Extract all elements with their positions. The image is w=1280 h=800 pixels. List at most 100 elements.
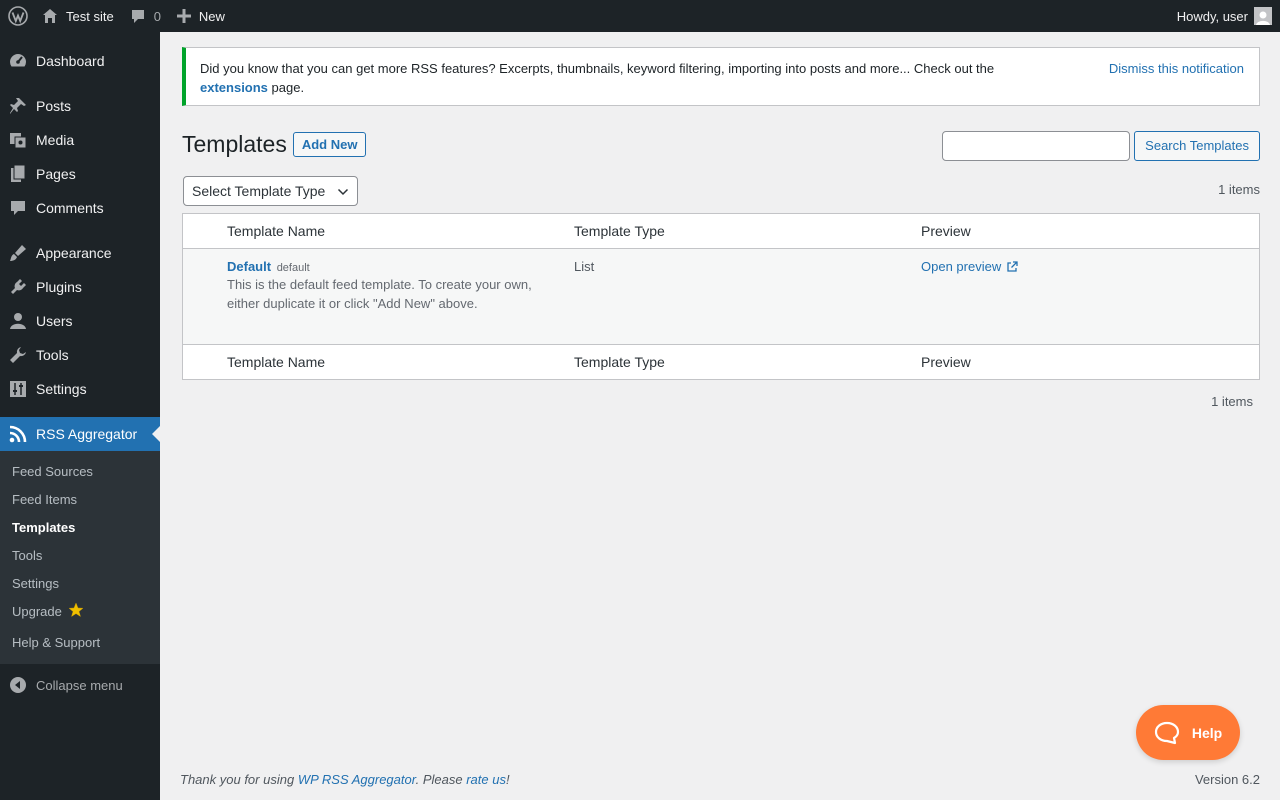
notice-text: Did you know that you can get more RSS f… <box>200 59 1020 97</box>
sidebar-item-posts[interactable]: Posts <box>0 89 160 123</box>
plug-icon <box>0 277 36 297</box>
open-preview-label: Open preview <box>921 259 1002 274</box>
dashboard-icon <box>0 51 36 71</box>
items-count-bottom: 1 items <box>1211 394 1253 409</box>
template-description: This is the default feed template. To cr… <box>227 277 532 311</box>
help-button[interactable]: Help <box>1136 705 1240 760</box>
submenu-upgrade-label: Upgrade <box>12 603 62 619</box>
page-heading: Templates Add New <box>182 131 367 158</box>
star-icon <box>68 601 84 621</box>
template-name-link[interactable]: Default <box>227 259 271 274</box>
site-name: Test site <box>66 8 114 24</box>
submenu-upgrade[interactable]: Upgrade <box>0 597 160 625</box>
submenu-feed-sources[interactable]: Feed Sources <box>0 457 160 485</box>
site-name-link[interactable]: Test site <box>36 0 122 32</box>
user-icon <box>0 311 36 331</box>
greeting: Howdy, user <box>1176 8 1248 24</box>
column-template-name: Template Name <box>227 223 326 239</box>
chevron-down-icon <box>337 188 349 196</box>
brush-icon <box>0 243 36 263</box>
template-type-select-value: Select Template Type <box>192 183 326 199</box>
submenu-help-support[interactable]: Help & Support <box>0 628 160 656</box>
sidebar-item-media[interactable]: Media <box>0 123 160 157</box>
collapse-arrow-icon <box>0 676 36 694</box>
cell-template-name: Default default This is the default feed… <box>183 259 574 344</box>
sidebar-label: Tools <box>36 347 69 363</box>
footer-version: Version 6.2 <box>1194 772 1260 787</box>
avatar <box>1254 7 1272 25</box>
footer-thanks-prefix: Thank you for using <box>180 772 295 787</box>
sidebar-label: RSS Aggregator <box>36 426 138 442</box>
sidebar-item-appearance[interactable]: Appearance <box>0 236 160 270</box>
rate-us-link[interactable]: rate us <box>466 772 506 787</box>
column-template-type: Template Type <box>574 354 665 370</box>
column-preview: Preview <box>921 223 971 239</box>
sidebar-item-users[interactable]: Users <box>0 304 160 338</box>
collapse-label: Collapse menu <box>36 677 123 693</box>
sidebar-label: Users <box>36 313 73 329</box>
submenu-tools[interactable]: Tools <box>0 541 160 569</box>
comments-count: 0 <box>153 8 161 24</box>
sidebar-item-dashboard[interactable]: Dashboard <box>0 44 160 78</box>
column-preview: Preview <box>921 354 971 370</box>
plugin-link[interactable]: WP RSS Aggregator <box>298 772 416 787</box>
sidebar-label: Comments <box>36 200 104 216</box>
submenu-settings[interactable]: Settings <box>0 569 160 597</box>
sidebar-item-tools[interactable]: Tools <box>0 338 160 372</box>
wrench-icon <box>0 345 36 365</box>
sidebar-label: Dashboard <box>36 53 105 69</box>
items-count-top: 1 items <box>1218 182 1260 197</box>
notice-text-after: page. <box>271 80 305 95</box>
cell-template-type: List <box>574 259 595 274</box>
admin-sidebar: Dashboard Posts Media Pages Comments App… <box>0 32 160 800</box>
new-content-link[interactable]: New <box>169 0 233 32</box>
comment-icon <box>0 198 36 218</box>
open-preview-link[interactable]: Open preview <box>921 259 1018 274</box>
column-template-name: Template Name <box>227 354 326 370</box>
template-type-select[interactable]: Select Template Type <box>183 176 358 206</box>
table-header: Template Name Template Type Preview <box>183 214 1259 249</box>
extensions-link[interactable]: extensions <box>200 80 268 95</box>
my-account-link[interactable]: Howdy, user <box>1169 0 1280 32</box>
sidebar-label: Posts <box>36 98 72 114</box>
rss-icon <box>0 424 36 444</box>
sidebar-item-pages[interactable]: Pages <box>0 157 160 191</box>
footer-suffix: ! <box>505 772 510 787</box>
search-templates-button[interactable]: Search Templates <box>1134 131 1260 161</box>
page-title: Templates <box>182 131 287 157</box>
pin-icon <box>0 96 36 116</box>
sidebar-label: Media <box>36 132 75 148</box>
sidebar-item-rss-aggregator[interactable]: RSS Aggregator <box>0 417 160 451</box>
column-template-type: Template Type <box>574 223 665 239</box>
sidebar-label: Appearance <box>36 245 112 261</box>
add-new-button[interactable]: Add New <box>292 132 367 157</box>
chat-bubble-icon <box>1154 721 1179 744</box>
dismiss-notification-link[interactable]: Dismiss this notification <box>1109 59 1244 78</box>
cell-preview: Open preview <box>921 259 1259 344</box>
submenu-feed-items[interactable]: Feed Items <box>0 485 160 513</box>
plus-icon <box>176 9 191 23</box>
help-label: Help <box>1191 724 1223 741</box>
comment-icon <box>131 10 144 23</box>
wordpress-logo-icon[interactable] <box>0 0 36 32</box>
footer-middle: . Please <box>415 772 463 787</box>
pages-icon <box>0 164 36 184</box>
media-icon <box>0 130 36 150</box>
home-icon <box>43 9 57 23</box>
templates-table: Template Name Template Type Preview Defa… <box>182 213 1260 380</box>
sidebar-item-comments[interactable]: Comments <box>0 191 160 225</box>
comments-link[interactable]: 0 <box>122 0 169 32</box>
sidebar-label: Plugins <box>36 279 82 295</box>
rss-aggregator-submenu: Feed Sources Feed Items Templates Tools … <box>0 451 160 664</box>
sliders-icon <box>0 379 36 399</box>
search-input[interactable] <box>942 131 1131 161</box>
submenu-templates[interactable]: Templates <box>0 513 160 541</box>
sidebar-label: Pages <box>36 166 76 182</box>
main-content: Did you know that you can get more RSS f… <box>180 32 1260 800</box>
collapse-menu-button[interactable]: Collapse menu <box>0 668 160 702</box>
new-label: New <box>198 8 225 24</box>
notice-extensions: Did you know that you can get more RSS f… <box>182 47 1260 106</box>
table-row: Default default This is the default feed… <box>183 249 1259 344</box>
sidebar-item-settings[interactable]: Settings <box>0 372 160 406</box>
sidebar-item-plugins[interactable]: Plugins <box>0 270 160 304</box>
